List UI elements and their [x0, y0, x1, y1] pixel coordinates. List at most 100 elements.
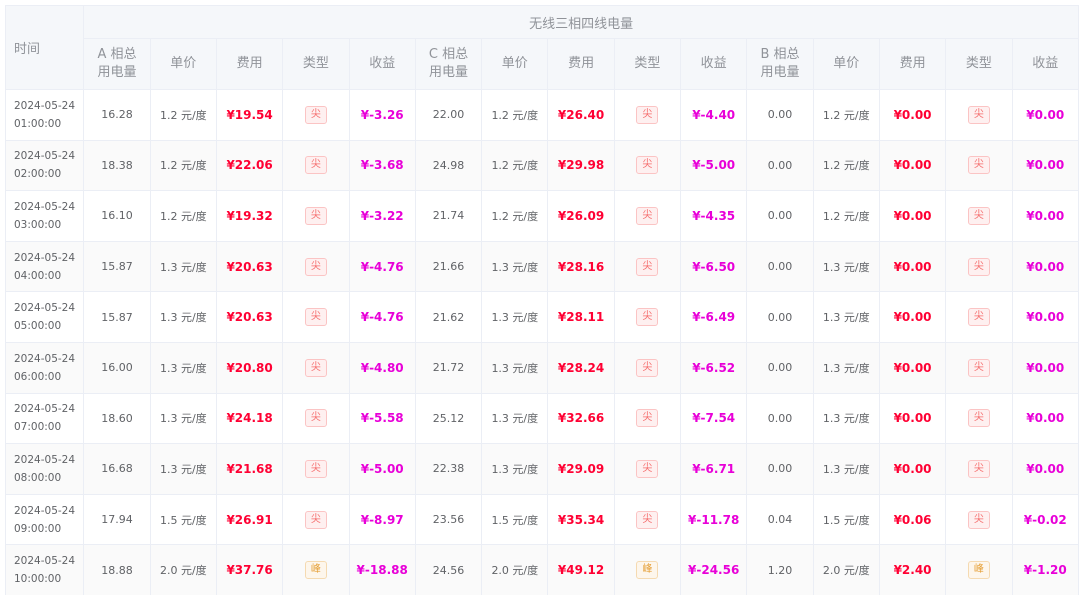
- phase-b-usage-cell: 0.00: [746, 443, 814, 495]
- phase-c-type-header[interactable]: 类型: [613, 38, 682, 90]
- phase-c-cost-cell: ¥28.16: [547, 240, 615, 293]
- phase-c-cost-header[interactable]: 费用: [547, 38, 615, 90]
- type-tag: 尖: [304, 459, 327, 478]
- time-column-header[interactable]: 时间: [4, 5, 85, 90]
- phase-b-cost-cell: ¥0.06: [878, 493, 947, 546]
- phase-c-usage-cell: 25.12: [414, 392, 483, 445]
- phase-b-income-cell: ¥0.00: [1011, 89, 1080, 141]
- phase-a-price-cell: 1.3 元/度: [149, 341, 217, 394]
- phase-b-type-cell: 尖: [945, 291, 1013, 343]
- phase-c-cost-cell: ¥49.12: [547, 544, 615, 595]
- phase-b-price-cell: 1.3 元/度: [812, 240, 880, 293]
- phase-b-type-header[interactable]: 类型: [945, 38, 1013, 90]
- phase-a-price-header[interactable]: 单价: [149, 38, 217, 90]
- phase-a-type-cell: 尖: [282, 341, 350, 394]
- phase-b-usage-cell: 0.00: [746, 190, 814, 242]
- phase-b-cost-cell: ¥0.00: [878, 89, 947, 141]
- phase-c-income-header[interactable]: 收益: [680, 38, 748, 90]
- phase-b-price-cell: 1.2 元/度: [812, 89, 880, 141]
- phase-b-cost-cell: ¥0.00: [878, 341, 947, 394]
- phase-a-usage-cell: 16.00: [83, 341, 151, 394]
- table-row[interactable]: 2024-05-24 03:00:00 16.10 1.2 元/度 ¥19.32 尖 ¥-…: [4, 190, 1080, 242]
- phase-c-income-cell: ¥-11.78: [680, 493, 748, 546]
- phase-c-type-cell: 尖: [613, 89, 682, 141]
- phase-b-usage-cell: 0.00: [746, 89, 814, 141]
- phase-c-income-cell: ¥-4.40: [680, 89, 748, 141]
- table-row[interactable]: 2024-05-24 05:00:00 15.87 1.3 元/度 ¥20.63 尖 ¥-…: [4, 291, 1080, 343]
- type-tag: 尖: [967, 459, 990, 478]
- phase-a-income-cell: ¥-8.97: [348, 493, 416, 546]
- table-row[interactable]: 2024-05-24 04:00:00 15.87 1.3 元/度 ¥20.63 尖 ¥-…: [4, 240, 1080, 293]
- phase-c-price-cell: 1.3 元/度: [481, 240, 549, 293]
- phase-a-usage-cell: 16.10: [83, 190, 151, 242]
- phase-c-cost-cell: ¥29.09: [547, 443, 615, 495]
- phase-a-price-cell: 2.0 元/度: [149, 544, 217, 595]
- energy-table: 时间 无线三相四线电量 A 相总 用电量 单价 费用 类型 收益 C 相总 用电量 单价 费用…: [4, 5, 1080, 595]
- type-tag: 尖: [636, 510, 659, 529]
- phase-b-usage-header[interactable]: B 相总 用电量: [746, 38, 814, 90]
- phase-b-price-header[interactable]: 单价: [812, 38, 880, 90]
- phase-b-cost-cell: ¥0.00: [878, 240, 947, 293]
- phase-a-price-cell: 1.2 元/度: [149, 139, 217, 192]
- phase-b-type-cell: 尖: [945, 392, 1013, 445]
- phase-c-price-cell: 1.3 元/度: [481, 443, 549, 495]
- phase-c-usage-cell: 21.66: [414, 240, 483, 293]
- type-tag: 尖: [304, 358, 327, 377]
- time-cell: 2024-05-24 10:00:00: [4, 544, 85, 595]
- phase-b-usage-cell: 0.00: [746, 139, 814, 192]
- phase-a-price-cell: 1.2 元/度: [149, 190, 217, 242]
- phase-a-type-cell: 尖: [282, 190, 350, 242]
- phase-b-price-cell: 1.2 元/度: [812, 190, 880, 242]
- phase-c-type-cell: 尖: [613, 392, 682, 445]
- phase-a-type-cell: 尖: [282, 392, 350, 445]
- phase-c-price-cell: 1.3 元/度: [481, 341, 549, 394]
- phase-c-price-header[interactable]: 单价: [481, 38, 549, 90]
- table-row[interactable]: 2024-05-24 02:00:00 18.38 1.2 元/度 ¥22.06 尖 ¥-…: [4, 139, 1080, 192]
- phase-a-cost-cell: ¥20.63: [215, 240, 284, 293]
- type-tag: 尖: [304, 510, 327, 529]
- type-tag: 尖: [967, 308, 990, 327]
- phase-c-price-cell: 1.2 元/度: [481, 190, 549, 242]
- phase-b-type-cell: 尖: [945, 240, 1013, 293]
- phase-c-usage-header[interactable]: C 相总 用电量: [414, 38, 483, 90]
- phase-c-income-cell: ¥-6.49: [680, 291, 748, 343]
- type-tag: 尖: [636, 409, 659, 428]
- phase-a-income-cell: ¥-5.58: [348, 392, 416, 445]
- phase-b-usage-cell: 0.00: [746, 291, 814, 343]
- phase-a-usage-header[interactable]: A 相总 用电量: [83, 38, 151, 90]
- phase-c-cost-cell: ¥26.40: [547, 89, 615, 141]
- phase-b-price-cell: 1.3 元/度: [812, 341, 880, 394]
- phase-c-price-cell: 2.0 元/度: [481, 544, 549, 595]
- table-row[interactable]: 2024-05-24 10:00:00 18.88 2.0 元/度 ¥37.76 峰 ¥-…: [4, 544, 1080, 595]
- phase-b-income-header[interactable]: 收益: [1011, 38, 1080, 90]
- phase-b-income-cell: ¥-0.02: [1011, 493, 1080, 546]
- type-tag: 尖: [636, 206, 659, 225]
- table-row[interactable]: 2024-05-24 09:00:00 17.94 1.5 元/度 ¥26.91 尖 ¥-…: [4, 493, 1080, 546]
- phase-b-usage-cell: 0.00: [746, 240, 814, 293]
- table-row[interactable]: 2024-05-24 01:00:00 16.28 1.2 元/度 ¥19.54 尖 ¥-…: [4, 89, 1080, 141]
- phase-a-type-cell: 尖: [282, 443, 350, 495]
- phase-a-price-cell: 1.3 元/度: [149, 291, 217, 343]
- table-row[interactable]: 2024-05-24 07:00:00 18.60 1.3 元/度 ¥24.18 尖 ¥-…: [4, 392, 1080, 445]
- table-row[interactable]: 2024-05-24 08:00:00 16.68 1.3 元/度 ¥21.68 尖 ¥-…: [4, 443, 1080, 495]
- phase-a-income-header[interactable]: 收益: [348, 38, 416, 90]
- time-cell: 2024-05-24 04:00:00: [4, 240, 85, 293]
- phase-b-usage-cell: 0.00: [746, 392, 814, 445]
- phase-b-type-cell: 尖: [945, 443, 1013, 495]
- type-tag: 峰: [967, 561, 990, 580]
- table-row[interactable]: 2024-05-24 06:00:00 16.00 1.3 元/度 ¥20.80 尖 ¥-…: [4, 341, 1080, 394]
- phase-a-cost-cell: ¥19.32: [215, 190, 284, 242]
- phase-c-usage-cell: 22.00: [414, 89, 483, 141]
- phase-b-cost-header[interactable]: 费用: [878, 38, 947, 90]
- phase-a-cost-header[interactable]: 费用: [215, 38, 284, 90]
- phase-a-cost-cell: ¥20.80: [215, 341, 284, 394]
- time-cell: 2024-05-24 01:00:00: [4, 89, 85, 141]
- phase-b-income-cell: ¥0.00: [1011, 392, 1080, 445]
- phase-a-income-cell: ¥-5.00: [348, 443, 416, 495]
- phase-b-cost-cell: ¥2.40: [878, 544, 947, 595]
- phase-b-cost-cell: ¥0.00: [878, 291, 947, 343]
- phase-b-income-cell: ¥0.00: [1011, 443, 1080, 495]
- phase-a-type-header[interactable]: 类型: [282, 38, 350, 90]
- phase-b-income-cell: ¥-1.20: [1011, 544, 1080, 595]
- phase-b-price-cell: 2.0 元/度: [812, 544, 880, 595]
